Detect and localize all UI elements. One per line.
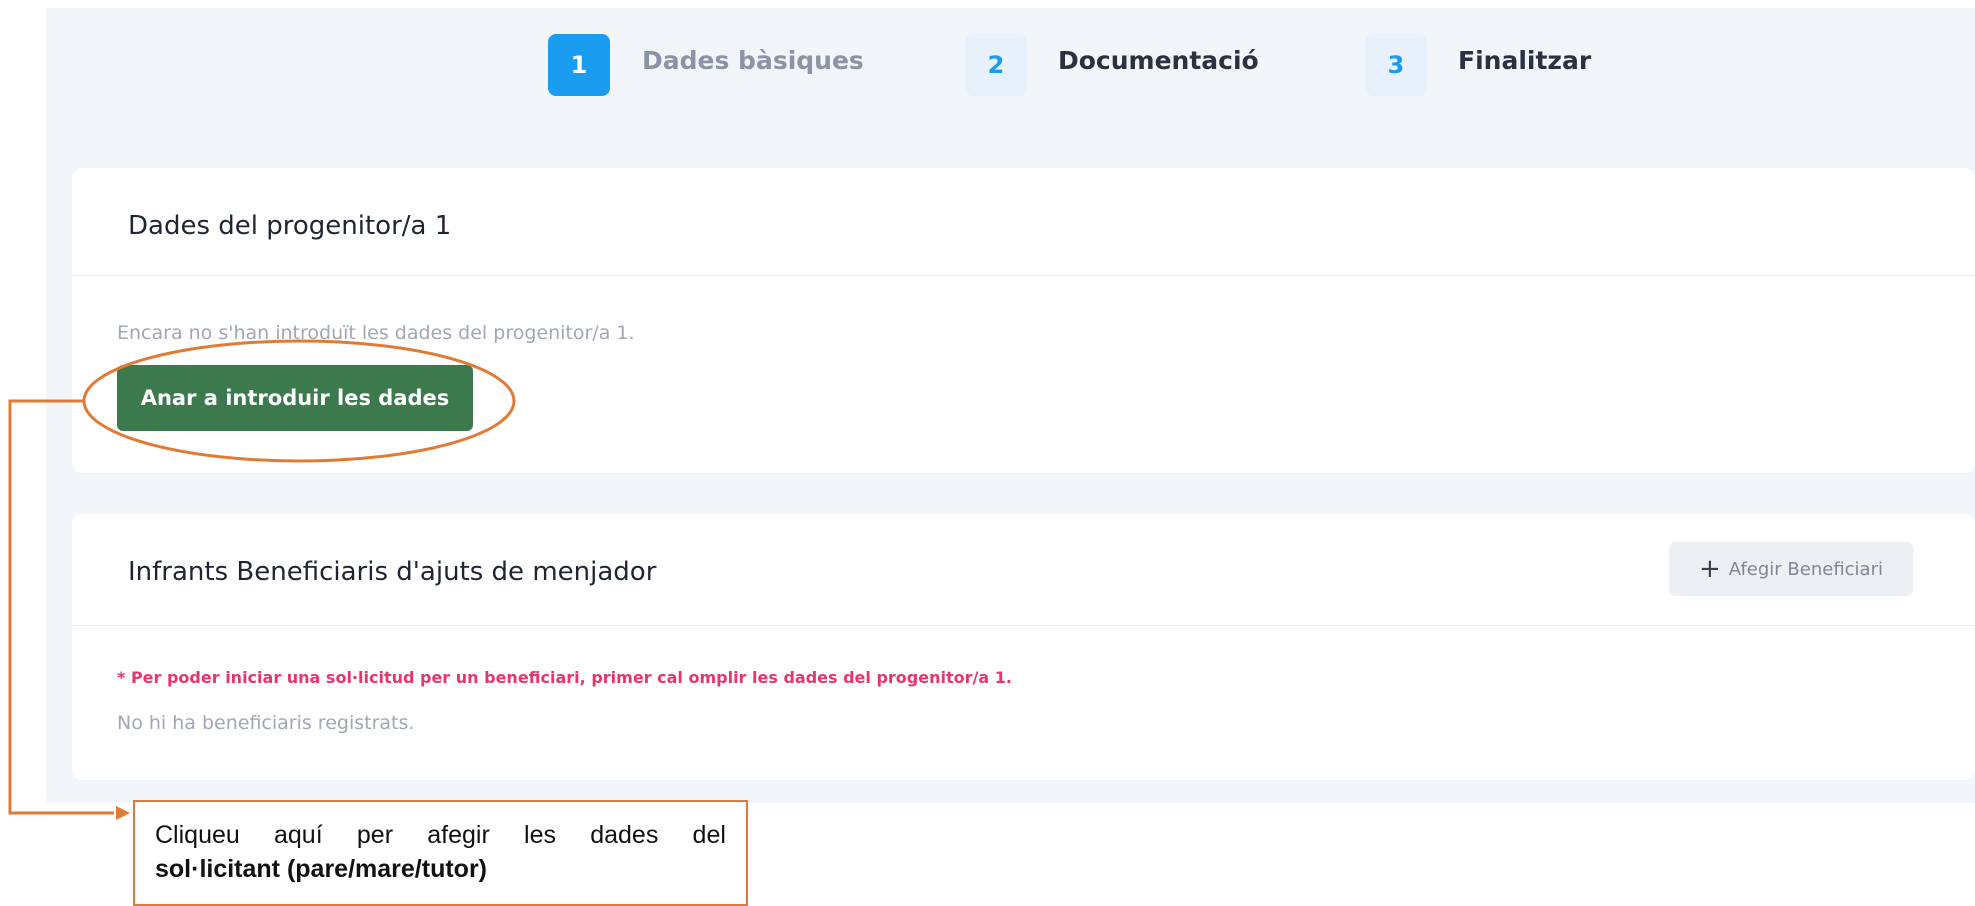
enter-parent-data-button[interactable]: Anar a introduir les dades (117, 365, 473, 431)
add-beneficiary-label: Afegir Beneficiari (1728, 558, 1883, 580)
parent-card-title: Dades del progenitor/a 1 (128, 211, 452, 241)
step-1-number[interactable]: 1 (548, 34, 610, 96)
plus-icon: + (1698, 554, 1721, 584)
callout-word: dades (590, 821, 659, 849)
step-2-label[interactable]: Documentació (1058, 46, 1259, 76)
arrow-head (116, 806, 130, 820)
callout-word: aquí (274, 821, 323, 849)
parent-card-header: Dades del progenitor/a 1 (72, 168, 1975, 276)
callout-line-2: sol·licitant (pare/mare/tutor) (155, 855, 487, 883)
callout-word: del (692, 821, 726, 849)
callout-word: les (524, 821, 556, 849)
callout-word: afegir (427, 821, 490, 849)
callout-line-1: Cliqueu aquí per afegir les dades del (155, 818, 726, 852)
beneficiaries-empty-text: No hi ha beneficiaris registrats. (117, 712, 415, 734)
step-3-number[interactable]: 3 (1365, 34, 1427, 96)
step-3-label[interactable]: Finalitzar (1458, 46, 1591, 76)
callout-word: per (356, 821, 394, 849)
parent-empty-text: Encara no s'han introduït les dades del … (117, 322, 635, 344)
step-2-number[interactable]: 2 (965, 34, 1027, 96)
annotation-callout: Cliqueu aquí per afegir les dades del so… (133, 800, 748, 906)
beneficiary-warning: * Per poder iniciar una sol·licitud per … (117, 668, 1012, 687)
beneficiaries-card-title: Infrants Beneficiaris d'ajuts de menjado… (128, 557, 657, 587)
add-beneficiary-button[interactable]: + Afegir Beneficiari (1669, 542, 1913, 596)
step-1-label[interactable]: Dades bàsiques (642, 46, 864, 76)
callout-word: Cliqueu (155, 821, 240, 849)
